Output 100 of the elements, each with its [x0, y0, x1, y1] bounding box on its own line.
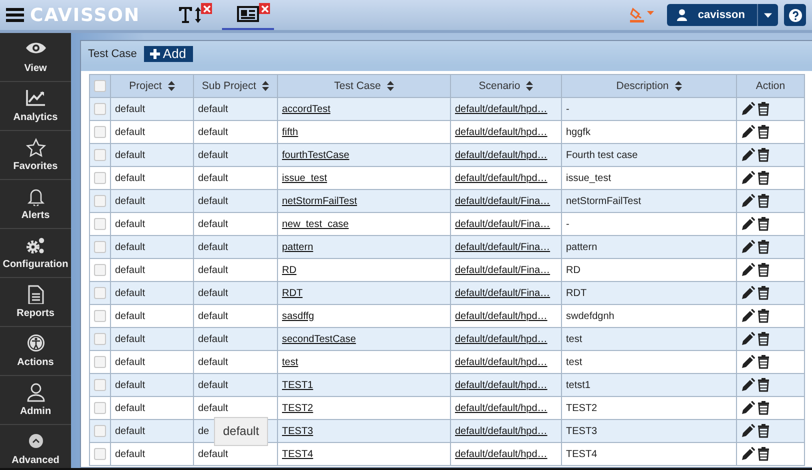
row-checkbox[interactable]: [94, 149, 106, 161]
user-icon: [24, 383, 46, 402]
edit-button[interactable]: [741, 332, 758, 346]
select-all-checkbox[interactable]: [94, 80, 106, 92]
row-checkbox[interactable]: [94, 241, 106, 253]
sort-icon: [168, 81, 175, 91]
test-case-link[interactable]: fifth: [282, 126, 298, 138]
column-header[interactable]: Description: [616, 80, 682, 92]
row-checkbox[interactable]: [94, 310, 106, 322]
table-cell: default: [115, 334, 146, 344]
table-cell: default: [115, 448, 146, 460]
table-cell: default: [198, 402, 228, 414]
edit-button[interactable]: [741, 194, 758, 208]
row-checkbox[interactable]: [94, 356, 106, 368]
row-checkbox[interactable]: [94, 126, 106, 138]
close-icon[interactable]: [259, 3, 270, 14]
test-case-link[interactable]: accordTest: [282, 104, 330, 114]
delete-button[interactable]: [758, 194, 772, 208]
edit-button[interactable]: [741, 286, 758, 300]
row-checkbox[interactable]: [94, 264, 106, 276]
row-checkbox[interactable]: [94, 103, 106, 115]
edit-button[interactable]: [741, 217, 758, 231]
delete-button[interactable]: [758, 125, 772, 139]
user-menu-button[interactable]: cavisson: [666, 4, 757, 26]
delete-button[interactable]: [758, 217, 772, 231]
test-case-link[interactable]: TEST4: [282, 448, 314, 460]
dropdown-button[interactable]: [757, 4, 778, 26]
table-cell: default: [115, 402, 146, 414]
test-case-link[interactable]: TEST1: [282, 380, 314, 390]
menu-button[interactable]: [6, 8, 24, 22]
delete-button[interactable]: [758, 171, 772, 185]
help-button[interactable]: [784, 4, 806, 26]
delete-button[interactable]: [758, 332, 772, 346]
row-checkbox[interactable]: [94, 195, 106, 207]
edit-button[interactable]: [741, 240, 758, 254]
delete-button[interactable]: [758, 240, 772, 254]
edit-button[interactable]: [741, 102, 758, 116]
row-checkbox[interactable]: [94, 402, 106, 414]
delete-button[interactable]: [758, 447, 772, 461]
row-checkbox[interactable]: [94, 172, 106, 184]
table-cell: default: [198, 196, 228, 206]
row-checkbox[interactable]: [94, 448, 106, 460]
edit-button[interactable]: [741, 447, 758, 461]
table-cell: default: [115, 150, 146, 160]
delete-button[interactable]: [758, 309, 772, 323]
test-case-link[interactable]: fourthTestCase: [282, 150, 350, 160]
test-case-link[interactable]: TEST3: [282, 426, 314, 436]
table-cell: issue_test: [566, 172, 612, 184]
delete-button[interactable]: [758, 263, 772, 277]
test-case-link[interactable]: RDT: [282, 288, 303, 298]
table-cell: default: [115, 196, 146, 206]
column-header[interactable]: Test Case: [334, 80, 394, 92]
delete-button[interactable]: [758, 401, 772, 415]
delete-button[interactable]: [758, 102, 772, 116]
pencil-icon: [741, 447, 755, 461]
trash-icon: [758, 125, 769, 139]
trash-icon: [758, 447, 769, 461]
test-case-link[interactable]: RD: [282, 264, 296, 276]
edit-button[interactable]: [741, 125, 758, 139]
add-button[interactable]: Add: [144, 46, 194, 62]
pencil-icon: [741, 401, 755, 415]
edit-button[interactable]: [741, 378, 758, 392]
tab[interactable]: [222, 0, 274, 30]
table-cell: default: [115, 126, 146, 138]
table-cell: -: [566, 104, 570, 114]
test-case-link[interactable]: issue_test: [282, 172, 328, 184]
text-size-icon: [178, 4, 202, 24]
delete-button[interactable]: [758, 286, 772, 300]
test-case-link[interactable]: new_test_case: [282, 218, 349, 230]
row-checkbox[interactable]: [94, 425, 106, 437]
edit-button[interactable]: [741, 171, 758, 185]
edit-button[interactable]: [741, 355, 758, 369]
pencil-icon: [741, 148, 755, 162]
pencil-icon: [741, 240, 755, 254]
test-case-link[interactable]: test: [282, 356, 298, 368]
edit-button[interactable]: [741, 401, 758, 415]
edit-button[interactable]: [741, 148, 758, 162]
test-case-link[interactable]: sasdffg: [282, 310, 314, 322]
row-checkbox[interactable]: [94, 218, 106, 230]
delete-button[interactable]: [758, 424, 772, 438]
close-icon[interactable]: [201, 3, 212, 14]
edit-button[interactable]: [741, 309, 758, 323]
trash-icon: [758, 378, 769, 392]
delete-button[interactable]: [758, 378, 772, 392]
row-checkbox[interactable]: [94, 333, 106, 345]
test-case-link[interactable]: TEST2: [282, 402, 314, 414]
pencil-icon: [741, 125, 755, 139]
table-cell: RDT: [566, 288, 587, 298]
paint-bucket-icon: [628, 7, 655, 23]
test-case-link[interactable]: pattern: [282, 242, 314, 252]
delete-button[interactable]: [758, 355, 772, 369]
menu-icon: [6, 8, 24, 22]
delete-button[interactable]: [758, 148, 772, 162]
caret-icon: [764, 12, 772, 18]
pencil-icon: [741, 332, 755, 346]
edit-button[interactable]: [741, 263, 758, 277]
row-checkbox[interactable]: [94, 379, 106, 391]
pencil-icon: [741, 194, 755, 208]
row-checkbox[interactable]: [94, 287, 106, 299]
edit-button[interactable]: [741, 424, 758, 438]
